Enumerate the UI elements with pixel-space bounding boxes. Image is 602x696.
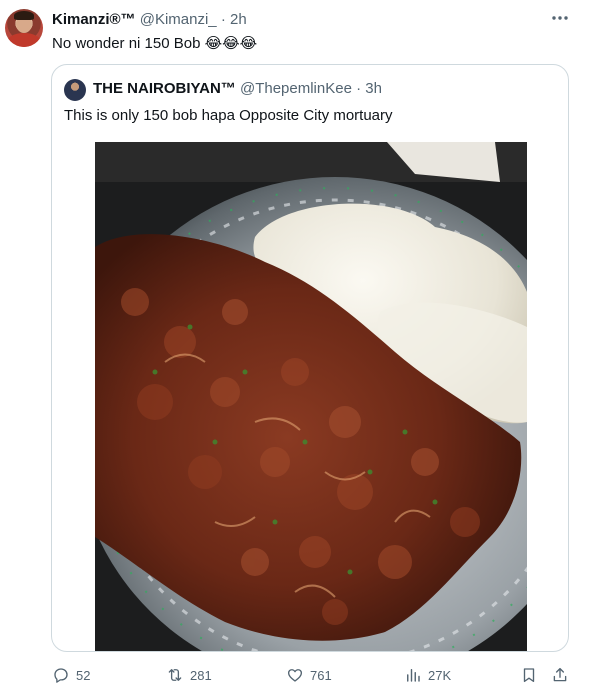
separator-dot: · [220, 11, 226, 28]
author-handle[interactable]: @Kimanzi_ [140, 11, 217, 28]
views-button[interactable]: 27K [404, 664, 451, 686]
ellipsis-icon[interactable] [548, 8, 572, 32]
ellipsis-icon-graphic [552, 16, 568, 20]
author-name[interactable]: Kimanzi®™ [52, 11, 136, 28]
quoted-time[interactable]: 3h [365, 80, 382, 97]
avatar-shirt [7, 33, 41, 47]
food-photo[interactable] [95, 142, 527, 652]
like-count: 761 [310, 667, 332, 683]
bookmark-icon [523, 668, 535, 683]
quoted-text: This is only 150 bob hapa Opposite City … [64, 107, 393, 124]
quoted-author-handle[interactable]: @ThepemlinKee [240, 80, 352, 97]
repost-count: 281 [190, 667, 212, 683]
reply-button[interactable]: 52 [52, 664, 90, 686]
share-button[interactable] [551, 664, 569, 686]
like-button[interactable]: 761 [286, 664, 332, 686]
quoted-tweet[interactable]: THE NAIROBIYAN™ @ThepemlinKee · 3h This … [51, 64, 569, 652]
reply-icon [54, 668, 68, 683]
repost-button[interactable]: 281 [166, 664, 212, 686]
action-bar: 52 281 761 27K [0, 660, 602, 690]
avatar-hair [14, 11, 34, 20]
quoted-author-name[interactable]: THE NAIROBIYAN™ [93, 80, 236, 97]
bookmark-button[interactable] [520, 664, 538, 686]
reply-count: 52 [76, 667, 91, 683]
tweet-time[interactable]: 2h [230, 11, 247, 28]
tweet-header: Kimanzi®™ @Kimanzi_ · 2h [52, 11, 247, 29]
share-icon [553, 667, 567, 682]
tweet-text: No wonder ni 150 Bob 😂😂😂 [52, 35, 258, 52]
views-icon [407, 669, 420, 682]
quoted-header: THE NAIROBIYAN™ @ThepemlinKee · 3h [93, 79, 382, 99]
quoted-avatar[interactable] [64, 79, 86, 101]
views-count: 27K [428, 667, 452, 683]
repost-icon [168, 669, 182, 681]
heart-icon [287, 669, 303, 682]
avatar[interactable] [5, 9, 43, 47]
tweet[interactable]: Kimanzi®™ @Kimanzi_ · 2h No wonder ni 15… [0, 0, 602, 696]
quoted-separator-dot: · [356, 80, 362, 97]
